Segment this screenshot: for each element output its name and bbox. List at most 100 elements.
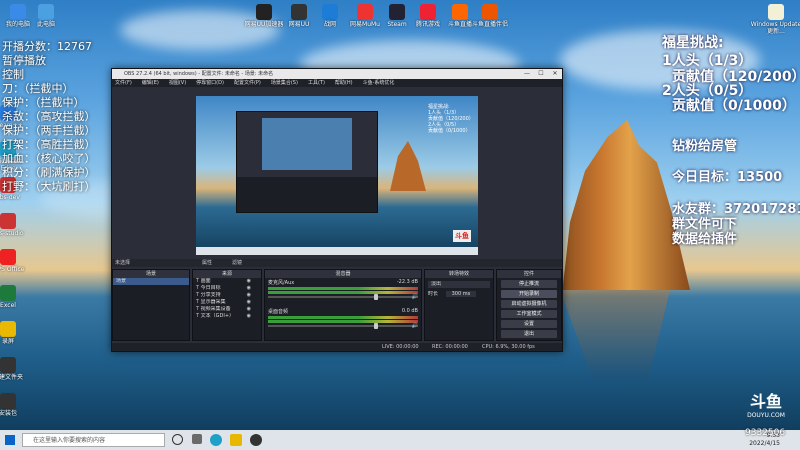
desktop-icon[interactable]: Excel — [0, 285, 28, 309]
obs-menu-item[interactable]: 视图(V) — [169, 79, 186, 87]
obs-preview[interactable]: 福星挑战: 1人头（1/3） 贡献值（120/200） 2人头（0/5） 贡献值… — [196, 96, 478, 255]
volume-slider-handle[interactable] — [374, 323, 378, 329]
app-icon — [0, 249, 16, 265]
minimize-button[interactable]: — — [520, 69, 534, 79]
controls-buttons: 停止推流开始录制启动虚拟摄像机 工作室模式设置退出 — [497, 280, 561, 338]
sources-dock-title: 来源 — [193, 270, 261, 278]
overlay-line5: 钻粉给房管 — [672, 139, 738, 154]
mute-icon[interactable]: 🔊 — [412, 323, 418, 329]
volume-meter — [268, 316, 418, 319]
douyu-brand: DOUYU.COM — [747, 412, 785, 419]
mixer-channel-db: 0.0 dB — [401, 308, 418, 314]
scene-item[interactable]: 场景 — [113, 278, 189, 285]
mixer-channel-name: 麦克风/Aux — [268, 280, 295, 286]
app-icon — [0, 393, 16, 409]
file-icon — [768, 4, 784, 20]
preview-taskbar — [196, 247, 478, 255]
desktop-icon-windows-update[interactable]: Windows Update 更新... — [748, 4, 800, 35]
volume-meter — [268, 320, 418, 323]
obs-menu-item[interactable]: 配置文件(P) — [234, 79, 261, 87]
app-icon — [0, 357, 16, 373]
desktop-icon[interactable]: obs-studio — [0, 213, 28, 237]
cpu-status: CPU: 6.9%, 30.00 fps — [482, 344, 535, 350]
obs-menu-item[interactable]: 场景集合(S) — [271, 79, 298, 87]
obs-menu-item[interactable]: 工具(T) — [308, 79, 325, 87]
control-button[interactable]: 启动虚拟摄像机 — [501, 300, 557, 308]
source-item[interactable]: T 显示器采集 ◉ — [193, 299, 261, 306]
obs-menubar: 文件(F) 编辑(E) 视图(V) 停靠窗口(D) 配置文件(P) 场景集合(S) 工具(T… — [112, 79, 562, 87]
source-item[interactable]: T 画面 ◉ — [193, 278, 261, 285]
eye-icon[interactable]: ◉ — [247, 285, 251, 292]
room-number: 9332506 — [745, 428, 786, 438]
overlay-line9: 数据给插件 — [672, 232, 738, 247]
taskbar: 在这里输入你要搜索的内容 9:33 2022/4/15 — [0, 430, 800, 450]
transition-type-select[interactable]: 淡出 — [428, 281, 490, 288]
eye-icon[interactable]: ◉ — [247, 278, 251, 285]
control-button[interactable]: 工作室模式 — [501, 310, 557, 318]
volume-slider-handle[interactable] — [374, 294, 378, 300]
scenes-dock: 场景 场景 — [112, 269, 190, 341]
volume-slider[interactable] — [268, 294, 418, 300]
properties-button[interactable]: 属性 — [202, 259, 212, 267]
control-button[interactable]: 设置 — [501, 320, 557, 328]
transitions-dock-title: 转场特效 — [425, 270, 493, 278]
task-view-icon[interactable] — [192, 434, 202, 444]
duration-input[interactable]: 300 ms — [445, 291, 477, 297]
windows-start-icon[interactable] — [5, 435, 15, 445]
eye-icon[interactable]: ◉ — [247, 292, 251, 299]
app-icon — [256, 4, 272, 20]
app-icon — [38, 4, 54, 20]
overlay-heading: 福星挑战: — [662, 35, 724, 51]
control-button[interactable]: 退出 — [501, 330, 557, 338]
obs-scene-toolbar: 未选择 属性 滤镜 — [112, 259, 562, 267]
close-button[interactable]: ✕ — [548, 69, 562, 79]
maximize-button[interactable]: ☐ — [534, 69, 548, 79]
desktop-icon[interactable]: 斗鱼直播伴侣 — [462, 4, 518, 28]
desktop-icon[interactable]: 安装包 — [0, 393, 28, 417]
obs-menu-item[interactable]: 停靠窗口(D) — [196, 79, 224, 87]
edge-icon[interactable] — [210, 434, 222, 446]
preview-overlay-text: 福星挑战: 1人头（1/3） 贡献值（120/200） 2人头（0/5） 贡献值… — [428, 104, 474, 134]
overlay-left-line: 打野：（大坑刷打） — [2, 180, 96, 193]
mixer-channel-header: 桌面音频 0.0 dB — [268, 308, 418, 315]
sources-list: T 画面 ◉ T 今日目标 ◉ T 分享支持 ◉ T 显示器采集 ◉ T 视频采集设备 ◉ T 文本… — [193, 278, 261, 320]
eye-icon[interactable]: ◉ — [247, 306, 251, 313]
source-item[interactable]: T 分享支持 ◉ — [193, 292, 261, 299]
desktop-icon[interactable]: 新建文件夹 — [0, 357, 28, 381]
obs-taskbar-icon[interactable] — [250, 434, 262, 446]
obs-menu-item[interactable]: 斗鱼-系统优化 — [363, 79, 395, 87]
control-button[interactable]: 开始录制 — [501, 290, 557, 298]
desktop-icon-label: 此电脑 — [36, 21, 55, 28]
preview-nested-docks — [237, 177, 377, 212]
taskbar-search-input[interactable]: 在这里输入你要搜索的内容 — [22, 433, 165, 447]
desktop-icon-label: 新建文件夹 — [0, 374, 23, 381]
obs-menu-item[interactable]: 文件(F) — [115, 79, 132, 87]
cortana-icon[interactable] — [172, 434, 183, 445]
mixer-channel: 桌面音频 0.0 dB 🔊 — [265, 307, 421, 329]
eye-icon[interactable]: ◉ — [247, 313, 251, 320]
desktop-icon[interactable]: 录屏 — [0, 321, 28, 345]
source-label: 分享支持 — [200, 292, 221, 298]
source-item[interactable]: T 视频采集设备 ◉ — [193, 306, 261, 313]
source-item[interactable]: T 今日目标 ◉ — [193, 285, 261, 292]
obs-titlebar[interactable]: OBS 27.2.4 (64 bit, windows) - 配置文件: 未命名… — [112, 69, 562, 79]
eye-icon[interactable]: ◉ — [247, 299, 251, 306]
mixer-channel-name: 桌面音频 — [268, 309, 289, 315]
mute-icon[interactable]: 🔊 — [412, 294, 418, 300]
explorer-icon[interactable] — [230, 434, 242, 446]
filters-button[interactable]: 滤镜 — [232, 259, 242, 267]
no-source-selected-label: 未选择 — [115, 260, 131, 266]
desktop-icon[interactable]: 此电脑 — [18, 4, 74, 28]
volume-slider[interactable] — [268, 323, 418, 329]
duration-label: 时长 — [428, 291, 439, 297]
obs-menu-item[interactable]: 编辑(E) — [142, 79, 159, 87]
controls-dock: 控件 停止推流 开始录制 启动虚拟摄像机 工作室模式 设置 退出 — [496, 269, 562, 341]
mixer-dock: 混音器 麦克风/Aux -22.3 dB 🔊 桌面音频 0.0 dB 🔊 — [264, 269, 422, 341]
rec-status: REC: 00:00:00 — [432, 344, 468, 350]
preview-douyu-logo: 斗鱼 — [453, 230, 471, 242]
desktop-icon[interactable]: WPS Office — [0, 249, 28, 273]
control-button[interactable]: 停止推流 — [501, 280, 557, 288]
obs-window[interactable]: OBS 27.2.4 (64 bit, windows) - 配置文件: 未命名… — [111, 68, 563, 352]
obs-menu-item[interactable]: 帮助(H) — [335, 79, 353, 87]
source-item[interactable]: T 文本（GDI+） ◉ — [193, 313, 261, 320]
